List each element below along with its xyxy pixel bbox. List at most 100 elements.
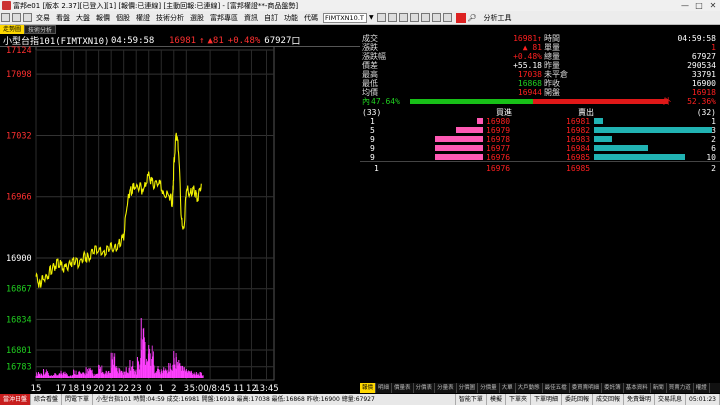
inner-ratio-fill	[410, 99, 533, 104]
tab-news[interactable]: 新聞	[651, 383, 667, 393]
toolbar-icon[interactable]	[420, 13, 430, 22]
last-price: 16981	[169, 35, 197, 46]
y-tick-label: 17032	[6, 131, 32, 141]
x-tick-label: 23	[131, 384, 142, 394]
tab-technical[interactable]: 技術分析	[24, 25, 57, 34]
tab-big-players[interactable]: 大戶動態	[516, 383, 543, 393]
trade-message-button[interactable]: 交易訊息	[655, 394, 687, 405]
tab-order-book[interactable]: 委託簿	[602, 383, 624, 393]
code-input[interactable]: FIMTXN10.T	[323, 12, 367, 23]
combo-watch-button[interactable]: 綜合看盤	[31, 394, 63, 405]
tab-warrant[interactable]: 權證	[694, 383, 710, 393]
bid-depth-bar	[435, 136, 483, 142]
quote-label: 漲跌	[362, 43, 378, 52]
tab-volume-table[interactable]: 分量表	[435, 383, 457, 393]
ask-price[interactable]: 16982	[566, 126, 590, 135]
bid-price[interactable]: 16979	[486, 126, 510, 135]
title-bar: 富邦e01 [版本 2.37][已登入][1] [報價:已連線] [主動回報:已…	[0, 0, 720, 11]
quote-label: 總量	[544, 52, 560, 61]
order-folder-button[interactable]: 下單夾	[506, 394, 531, 405]
tab-big-order[interactable]: 大單	[500, 383, 516, 393]
bid-price[interactable]: 16977	[486, 144, 510, 153]
x-tick-label: 18	[68, 384, 79, 394]
tab-basic-info[interactable]: 基本資料	[624, 383, 651, 393]
window-title: 富邦e01 [版本 2.37][已登入][1] [報價:已連線] [主動回報:已…	[13, 1, 299, 10]
tab-price-chart[interactable]: 分價圖	[457, 383, 479, 393]
menu-stock[interactable]: 個股	[113, 13, 133, 23]
clock: 05:01:23	[686, 394, 720, 405]
tab-order-detail[interactable]: 委買賣明細	[570, 383, 603, 393]
minimize-button[interactable]: —	[678, 1, 692, 10]
toolbar-icon[interactable]	[409, 13, 419, 22]
alert-icon[interactable]	[455, 12, 466, 23]
menu-fubon[interactable]: 富邦專區	[207, 13, 241, 23]
close-button[interactable]: ✕	[706, 1, 720, 10]
order-report-button[interactable]: 委託回報	[562, 394, 593, 405]
flash-order-button[interactable]: 閃電下單	[62, 394, 94, 405]
toolbar-icon[interactable]	[398, 13, 408, 22]
menu-watch[interactable]: 看盤	[53, 13, 73, 23]
quote-value: 16944	[517, 88, 542, 97]
tab-quote[interactable]: 報價	[360, 383, 377, 393]
ask-depth-bar	[594, 145, 648, 151]
price-change-pct: +0.48%	[227, 35, 261, 46]
chart-mode-tabs: 走勢圖 技術分析	[0, 25, 57, 34]
ask-price[interactable]: 16983	[566, 135, 590, 144]
menu-warrant[interactable]: 權證	[133, 13, 153, 23]
chevron-down-icon[interactable]: ▼	[369, 14, 374, 21]
outer-ratio-fill	[533, 99, 668, 104]
menu-custom[interactable]: 自訂	[261, 13, 281, 23]
maximize-button[interactable]: □	[692, 1, 706, 10]
toolbar-icon[interactable]	[387, 13, 397, 22]
tab-best-five[interactable]: 最佳五檔	[543, 383, 570, 393]
quote-panel: 成交 16981↑ 時間 04:59:58 漲跌 ▲ 81 單量 1 漲跌幅 +…	[360, 34, 720, 382]
menu-technical[interactable]: 技術分析	[153, 13, 187, 23]
tab-price-volume[interactable]: 價量表	[392, 383, 414, 393]
quote-value: +0.48%	[513, 52, 542, 61]
x-tick-label: 21	[106, 384, 117, 394]
bid-price[interactable]: 16980	[486, 117, 510, 126]
quote-value: 04:59:58	[677, 34, 716, 43]
menu-screener[interactable]: 選股	[187, 13, 207, 23]
toolbar-icon[interactable]	[1, 13, 10, 22]
tab-price-table[interactable]: 分價表	[414, 383, 436, 393]
x-tick-label: 13:45	[254, 384, 279, 394]
quote-label: 成交	[362, 34, 378, 43]
bid-price[interactable]: 16978	[486, 135, 510, 144]
quote-label: 單量	[544, 43, 560, 52]
menu-analysis-tools[interactable]: 分析工具	[481, 13, 515, 23]
tab-price-qty[interactable]: 分價量	[478, 383, 500, 393]
tab-detail[interactable]: 明細	[376, 383, 393, 393]
intraday-chart[interactable]: 1712417098170321696616900168671683416801…	[0, 46, 360, 394]
ask-price[interactable]: 16984	[566, 144, 590, 153]
simulate-button[interactable]: 模擬	[487, 394, 506, 405]
ask-total: (32)	[696, 108, 716, 117]
tab-buy-sell-power[interactable]: 買賣力道	[667, 383, 694, 393]
disclaimer-button[interactable]: 免責聲明	[624, 394, 656, 405]
toolbar-icon[interactable]	[12, 13, 21, 22]
app-icon	[2, 1, 11, 10]
menu-trade[interactable]: 交易	[33, 13, 53, 23]
quote-value: 16868	[517, 79, 542, 88]
toolbar-icon[interactable]	[23, 13, 32, 22]
toolbar-icon[interactable]	[442, 13, 452, 22]
ask-price[interactable]: 16981	[566, 117, 590, 126]
tab-tick-chart[interactable]: 走勢圖	[0, 25, 25, 34]
menu-market[interactable]: 大盤	[73, 13, 93, 23]
toolbar-icon[interactable]	[376, 13, 386, 22]
menu-quote[interactable]: 報價	[93, 13, 113, 23]
total-volume: 67927	[264, 35, 292, 46]
order-detail-button[interactable]: 下單明細	[531, 394, 562, 405]
quick-order-button[interactable]: 當沖日盤	[0, 394, 32, 405]
menu-info[interactable]: 資訊	[241, 13, 261, 23]
ask-depth-bar	[594, 136, 612, 142]
menu-function[interactable]: 功能	[281, 13, 301, 23]
trade-report-button[interactable]: 成交回報	[593, 394, 625, 405]
quote-value: 17038	[517, 70, 542, 79]
smart-order-button[interactable]: 智能下單	[456, 394, 487, 405]
divider	[360, 161, 720, 162]
quote-value: +55.18	[513, 61, 542, 70]
bid-depth-bar	[435, 154, 483, 160]
search-icon[interactable]: 🔎︎	[468, 14, 477, 22]
toolbar-icon[interactable]	[431, 13, 441, 22]
